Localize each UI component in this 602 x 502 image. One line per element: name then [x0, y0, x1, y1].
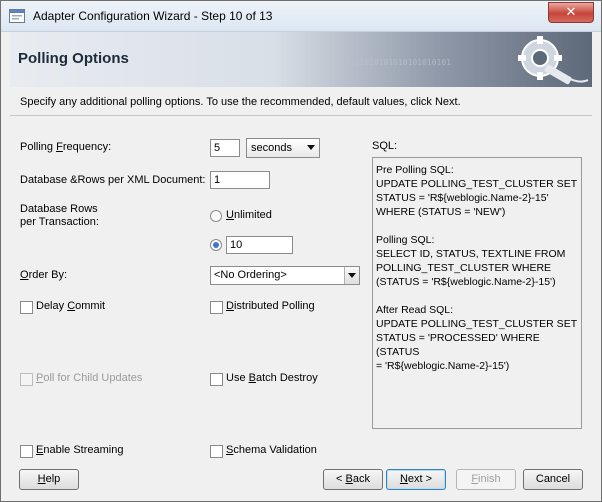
- window-title: Adapter Configuration Wizard - Step 10 o…: [33, 9, 273, 23]
- next-button[interactable]: Next >: [386, 469, 446, 490]
- close-icon: ✕: [565, 4, 577, 19]
- polling-frequency-label: Polling Frequency:: [20, 141, 112, 153]
- polling-options-panel: Specify any additional polling options. …: [10, 87, 592, 463]
- polling-sql: Polling SQL: SELECT ID, STATUS, TEXTLINE…: [376, 234, 566, 288]
- instruction-text: Specify any additional polling options. …: [20, 96, 461, 108]
- order-by-label: Order By:: [20, 269, 68, 281]
- help-button[interactable]: Help: [19, 469, 79, 490]
- back-button[interactable]: < Back: [323, 469, 383, 490]
- batch-destroy-label[interactable]: Use Batch Destroy: [226, 372, 318, 384]
- enable-streaming-checkbox[interactable]: [20, 445, 33, 458]
- rows-per-xml-input[interactable]: 1: [210, 171, 270, 189]
- wizard-header-banner: Polling Options 0101010101010101010101: [10, 32, 592, 88]
- pre-polling-sql: Pre Polling SQL: UPDATE POLLING_TEST_CLU…: [376, 164, 578, 218]
- distributed-polling-checkbox[interactable]: [210, 301, 223, 314]
- wizard-window: Adapter Configuration Wizard - Step 10 o…: [0, 0, 602, 502]
- poll-child-updates-label: Poll for Child Updates: [36, 372, 143, 384]
- gear-plug-icon: [518, 36, 589, 85]
- poll-child-updates-checkbox: [20, 373, 33, 386]
- combo-dropdown-icon[interactable]: [344, 267, 359, 284]
- sql-label: SQL:: [372, 140, 398, 152]
- schema-validation-label[interactable]: Schema Validation: [226, 444, 317, 456]
- rows-per-transaction-input[interactable]: 10: [226, 236, 293, 254]
- binary-decoration: 0101010101010101010101: [345, 58, 451, 67]
- batch-destroy-checkbox[interactable]: [210, 373, 223, 386]
- header-separator: [10, 115, 592, 116]
- page-title: Polling Options: [18, 50, 129, 67]
- distributed-polling-label[interactable]: Distributed Polling: [226, 300, 315, 312]
- title-bar[interactable]: Adapter Configuration Wizard - Step 10 o…: [1, 1, 601, 32]
- wizard-app-icon: [9, 9, 25, 23]
- unlimited-radio[interactable]: [210, 210, 222, 222]
- delay-commit-label[interactable]: Delay Commit: [36, 300, 105, 312]
- after-read-sql: After Read SQL: UPDATE POLLING_TEST_CLUS…: [376, 304, 578, 372]
- enable-streaming-label[interactable]: Enable Streaming: [36, 444, 123, 456]
- rows-per-transaction-label-line1: Database Rows: [20, 203, 98, 215]
- schema-validation-checkbox[interactable]: [210, 445, 223, 458]
- cancel-button[interactable]: Cancel: [523, 469, 583, 490]
- rows-count-radio[interactable]: [210, 239, 222, 251]
- finish-button: Finish: [456, 469, 516, 490]
- chevron-down-icon: [307, 145, 315, 150]
- unlimited-radio-label[interactable]: Unlimited: [226, 209, 272, 221]
- polling-frequency-input[interactable]: 5: [210, 139, 240, 157]
- rows-per-transaction-label-line2: per Transaction:: [20, 216, 99, 228]
- delay-commit-checkbox[interactable]: [20, 301, 33, 314]
- rows-per-xml-label: Database &Rows per XML Document:: [20, 174, 206, 186]
- sql-preview-box: Pre Polling SQL: UPDATE POLLING_TEST_CLU…: [372, 157, 582, 429]
- close-window-button[interactable]: ✕: [548, 2, 594, 23]
- polling-frequency-unit-select[interactable]: seconds: [246, 138, 320, 158]
- order-by-combo[interactable]: <No Ordering>: [210, 266, 360, 285]
